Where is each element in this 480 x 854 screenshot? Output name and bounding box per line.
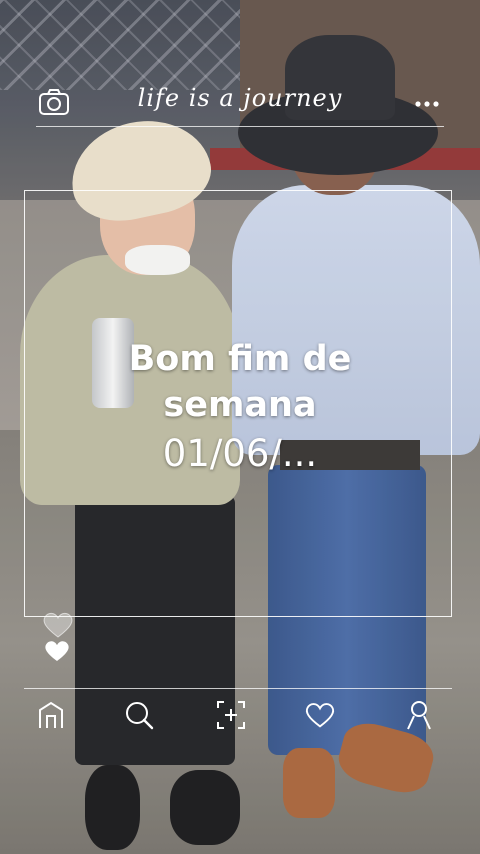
bottom-divider bbox=[24, 688, 452, 689]
caption-line-2: semana bbox=[163, 385, 317, 425]
caption-line-1: Bom fim de bbox=[128, 339, 352, 379]
top-divider bbox=[36, 126, 444, 127]
add-post-icon[interactable] bbox=[214, 698, 248, 732]
reactions bbox=[40, 610, 80, 670]
bottom-nav bbox=[0, 696, 480, 736]
caption-date: 01/06/... bbox=[162, 432, 318, 475]
page-title: life is a journey bbox=[137, 84, 343, 112]
profile-icon[interactable] bbox=[402, 698, 436, 732]
heart-icon[interactable] bbox=[303, 698, 337, 732]
caption: Bom fim de semana 01/06/... bbox=[0, 336, 480, 480]
top-bar: life is a journey bbox=[0, 78, 480, 128]
search-icon[interactable] bbox=[122, 698, 156, 732]
home-icon[interactable] bbox=[34, 698, 68, 732]
more-icon[interactable] bbox=[414, 94, 440, 107]
heart-filled-icon[interactable] bbox=[42, 638, 72, 668]
